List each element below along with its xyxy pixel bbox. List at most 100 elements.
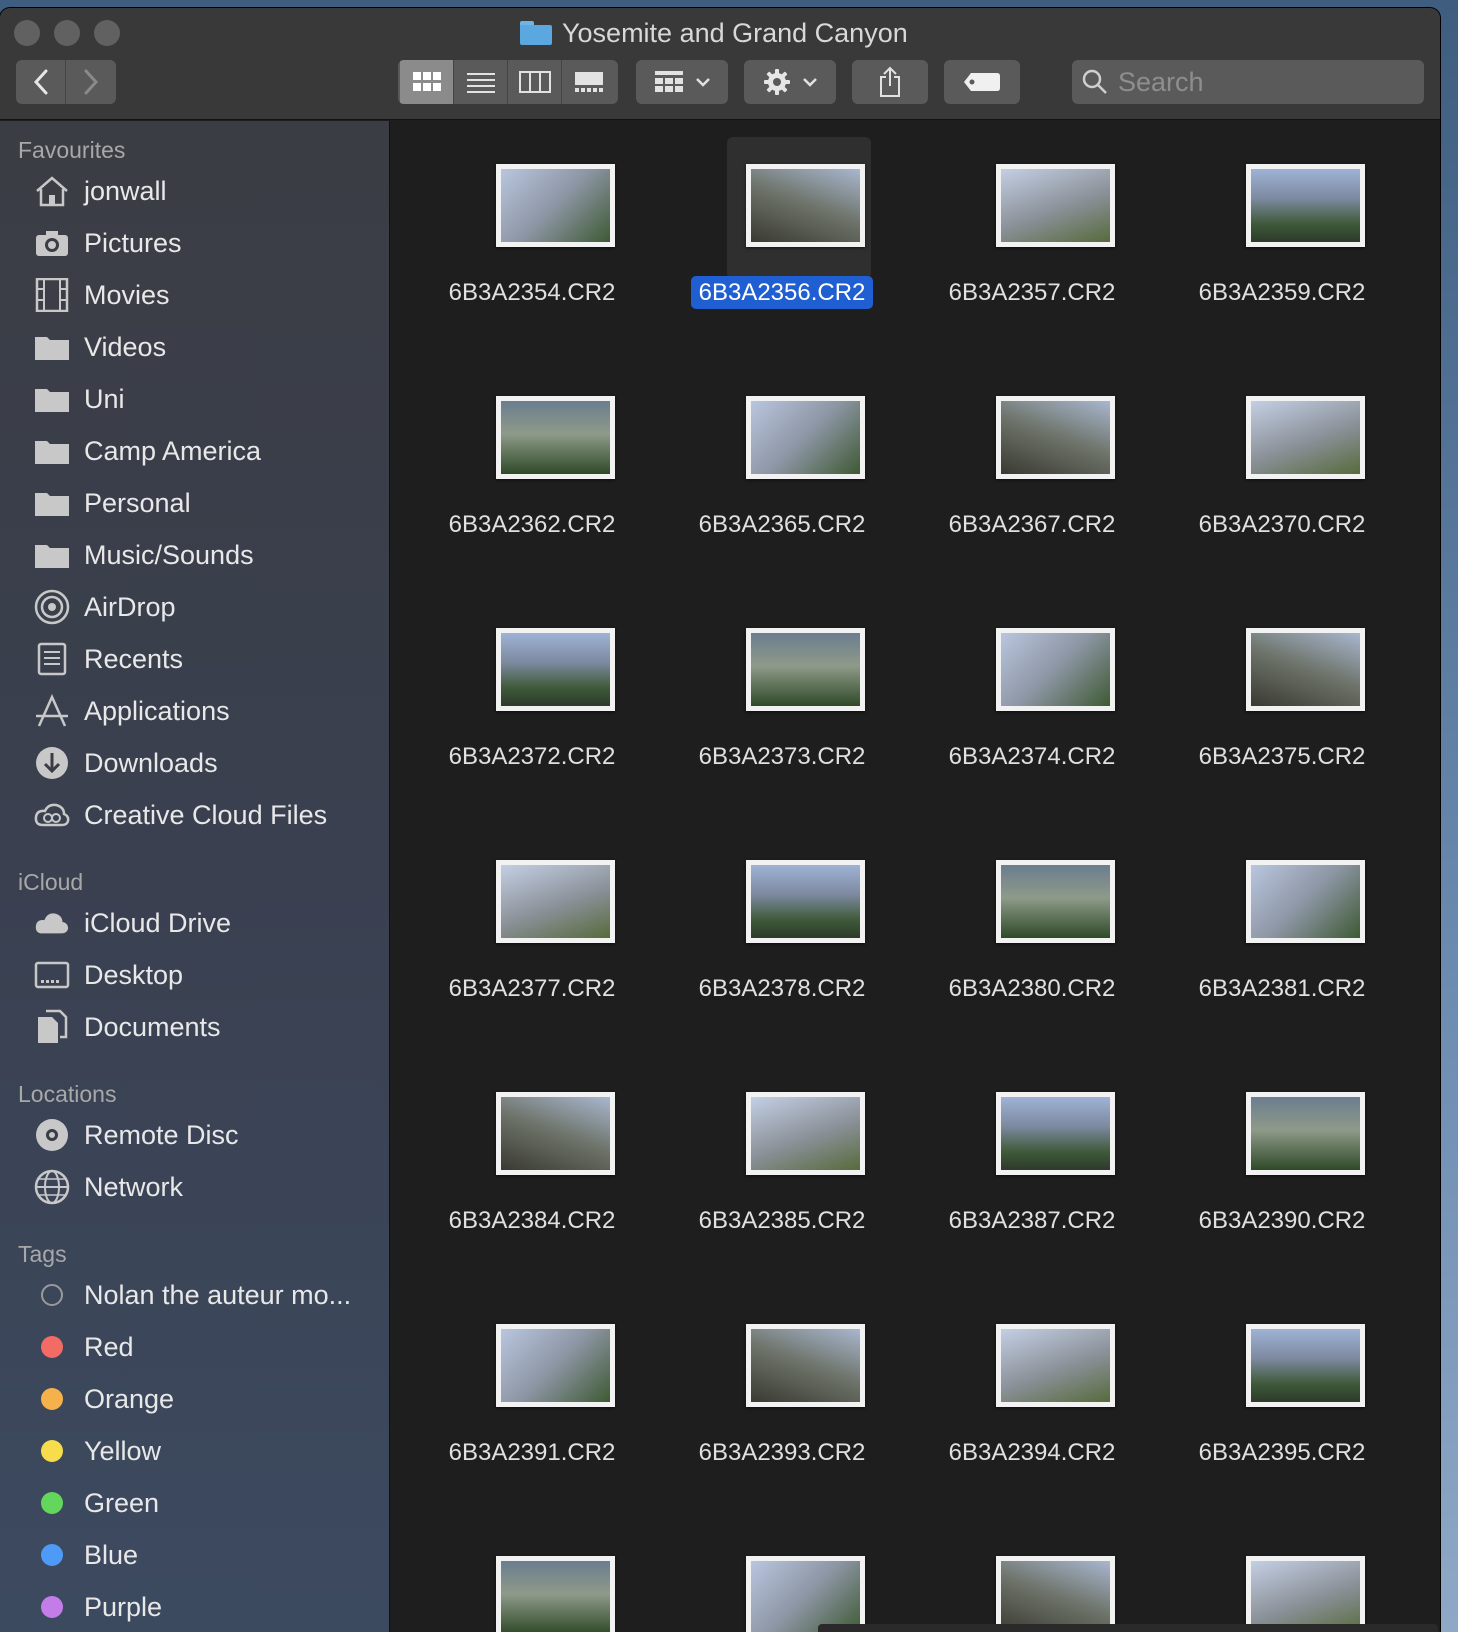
sidebar-item-movies[interactable]: Movies xyxy=(34,273,170,317)
file-name[interactable]: 6B3A2375.CR2 xyxy=(1157,743,1407,771)
sidebar-tag-yellow[interactable]: Yellow xyxy=(34,1429,161,1473)
file-name[interactable]: 6B3A2380.CR2 xyxy=(907,975,1157,1003)
sidebar-item-remote-disc[interactable]: Remote Disc xyxy=(34,1113,239,1157)
file-name[interactable]: 6B3A2377.CR2 xyxy=(407,975,657,1003)
file-item[interactable]: 6B3A2391.CR2 xyxy=(407,1281,657,1481)
sidebar-item-uni[interactable]: Uni xyxy=(34,377,125,421)
file-thumbnail[interactable] xyxy=(746,860,865,943)
file-item[interactable]: 6B3A2367.CR2 xyxy=(907,353,1157,553)
file-thumbnail[interactable] xyxy=(746,628,865,711)
zoom-button[interactable] xyxy=(94,20,120,46)
file-thumbnail[interactable] xyxy=(496,1556,615,1632)
file-item[interactable]: 6B3A2373.CR2 xyxy=(657,585,907,785)
file-name[interactable]: 6B3A2359.CR2 xyxy=(1157,279,1407,307)
search-input[interactable] xyxy=(1118,66,1408,98)
sidebar-item-jonwall[interactable]: jonwall xyxy=(34,169,167,213)
file-thumbnail[interactable] xyxy=(746,1092,865,1175)
sidebar-item-camp-america[interactable]: Camp America xyxy=(34,429,261,473)
sidebar-item-icloud-drive[interactable]: iCloud Drive xyxy=(34,901,231,945)
file-thumbnail[interactable] xyxy=(1246,396,1365,479)
action-button[interactable] xyxy=(744,60,836,104)
sidebar-item-documents[interactable]: Documents xyxy=(34,1005,221,1049)
file-thumbnail[interactable] xyxy=(496,1092,615,1175)
file-name[interactable]: 6B3A2391.CR2 xyxy=(407,1439,657,1467)
minimize-button[interactable] xyxy=(54,20,80,46)
file-name[interactable]: 6B3A2374.CR2 xyxy=(907,743,1157,771)
file-item[interactable]: 6B3A2370.CR2 xyxy=(1157,353,1407,553)
file-thumbnail[interactable] xyxy=(1246,1092,1365,1175)
share-button[interactable] xyxy=(852,60,928,104)
file-item[interactable]: 6B3A2380.CR2 xyxy=(907,817,1157,1017)
list-view-button[interactable] xyxy=(454,60,508,104)
file-item[interactable] xyxy=(657,1513,907,1632)
file-thumbnail[interactable] xyxy=(996,1556,1115,1632)
sidebar-item-videos[interactable]: Videos xyxy=(34,325,166,369)
sidebar-tag-orange[interactable]: Orange xyxy=(34,1377,174,1421)
file-thumbnail[interactable] xyxy=(1246,628,1365,711)
file-thumbnail[interactable] xyxy=(996,628,1115,711)
file-thumbnail[interactable] xyxy=(496,628,615,711)
file-item[interactable]: 6B3A2359.CR2 xyxy=(1157,121,1407,321)
file-item[interactable]: 6B3A2387.CR2 xyxy=(907,1049,1157,1249)
file-name[interactable]: 6B3A2394.CR2 xyxy=(907,1439,1157,1467)
file-name[interactable]: 6B3A2365.CR2 xyxy=(657,511,907,539)
file-item[interactable]: 6B3A2390.CR2 xyxy=(1157,1049,1407,1249)
file-item[interactable]: 6B3A2394.CR2 xyxy=(907,1281,1157,1481)
file-name[interactable]: 6B3A2357.CR2 xyxy=(907,279,1157,307)
file-thumbnail[interactable] xyxy=(496,1324,615,1407)
file-name[interactable]: 6B3A2393.CR2 xyxy=(657,1439,907,1467)
file-item[interactable]: 6B3A2362.CR2 xyxy=(407,353,657,553)
file-item[interactable]: 6B3A2375.CR2 xyxy=(1157,585,1407,785)
file-name[interactable]: 6B3A2362.CR2 xyxy=(407,511,657,539)
file-thumbnail[interactable] xyxy=(996,396,1115,479)
tags-button[interactable] xyxy=(944,60,1020,104)
back-button[interactable] xyxy=(16,60,66,104)
file-name[interactable]: 6B3A2372.CR2 xyxy=(407,743,657,771)
search-field[interactable] xyxy=(1072,60,1424,104)
icon-view-button[interactable] xyxy=(400,60,454,104)
sidebar-tag-red[interactable]: Red xyxy=(34,1325,134,1369)
file-name[interactable]: 6B3A2367.CR2 xyxy=(907,511,1157,539)
file-item[interactable] xyxy=(407,1513,657,1632)
file-item[interactable]: 6B3A2378.CR2 xyxy=(657,817,907,1017)
file-thumbnail[interactable] xyxy=(996,1092,1115,1175)
file-item[interactable]: 6B3A2354.CR2 xyxy=(407,121,657,321)
forward-button[interactable] xyxy=(66,60,116,104)
file-thumbnail[interactable] xyxy=(1246,1556,1365,1632)
file-name[interactable]: 6B3A2354.CR2 xyxy=(407,279,657,307)
file-item[interactable]: 6B3A2381.CR2 xyxy=(1157,817,1407,1017)
gallery-view-button[interactable] xyxy=(562,60,616,104)
sidebar-item-applications[interactable]: Applications xyxy=(34,689,230,733)
file-item[interactable]: 6B3A2384.CR2 xyxy=(407,1049,657,1249)
file-name[interactable]: 6B3A2395.CR2 xyxy=(1157,1439,1407,1467)
sidebar-tag-blue[interactable]: Blue xyxy=(34,1533,138,1577)
file-thumbnail[interactable] xyxy=(1246,860,1365,943)
sidebar-tag-nolan[interactable]: Nolan the auteur mo... xyxy=(34,1273,351,1317)
file-thumbnail[interactable] xyxy=(496,860,615,943)
file-name[interactable]: 6B3A2373.CR2 xyxy=(657,743,907,771)
file-thumbnail[interactable] xyxy=(996,860,1115,943)
sidebar-tag-purple[interactable]: Purple xyxy=(34,1585,162,1629)
file-name[interactable]: 6B3A2385.CR2 xyxy=(657,1207,907,1235)
file-name[interactable]: 6B3A2370.CR2 xyxy=(1157,511,1407,539)
sidebar-item-network[interactable]: Network xyxy=(34,1165,183,1209)
sidebar-item-music-sounds[interactable]: Music/Sounds xyxy=(34,533,254,577)
file-item[interactable]: 6B3A2395.CR2 xyxy=(1157,1281,1407,1481)
group-by-button[interactable] xyxy=(636,60,728,104)
file-name[interactable]: 6B3A2381.CR2 xyxy=(1157,975,1407,1003)
file-item[interactable]: 6B3A2377.CR2 xyxy=(407,817,657,1017)
file-name[interactable]: 6B3A2384.CR2 xyxy=(407,1207,657,1235)
sidebar-item-airdrop[interactable]: AirDrop xyxy=(34,585,176,629)
column-view-button[interactable] xyxy=(508,60,562,104)
file-thumbnail[interactable] xyxy=(1246,1324,1365,1407)
close-button[interactable] xyxy=(14,20,40,46)
sidebar-item-pictures[interactable]: Pictures xyxy=(34,221,182,265)
file-name[interactable]: 6B3A2387.CR2 xyxy=(907,1207,1157,1235)
sidebar-item-downloads[interactable]: Downloads xyxy=(34,741,218,785)
horizontal-scrollbar[interactable] xyxy=(818,1624,1438,1632)
file-thumbnail[interactable] xyxy=(496,396,615,479)
file-item[interactable]: 6B3A2365.CR2 xyxy=(657,353,907,553)
file-name[interactable]: 6B3A2378.CR2 xyxy=(657,975,907,1003)
file-item[interactable]: 6B3A2374.CR2 xyxy=(907,585,1157,785)
file-item[interactable]: 6B3A2393.CR2 xyxy=(657,1281,907,1481)
